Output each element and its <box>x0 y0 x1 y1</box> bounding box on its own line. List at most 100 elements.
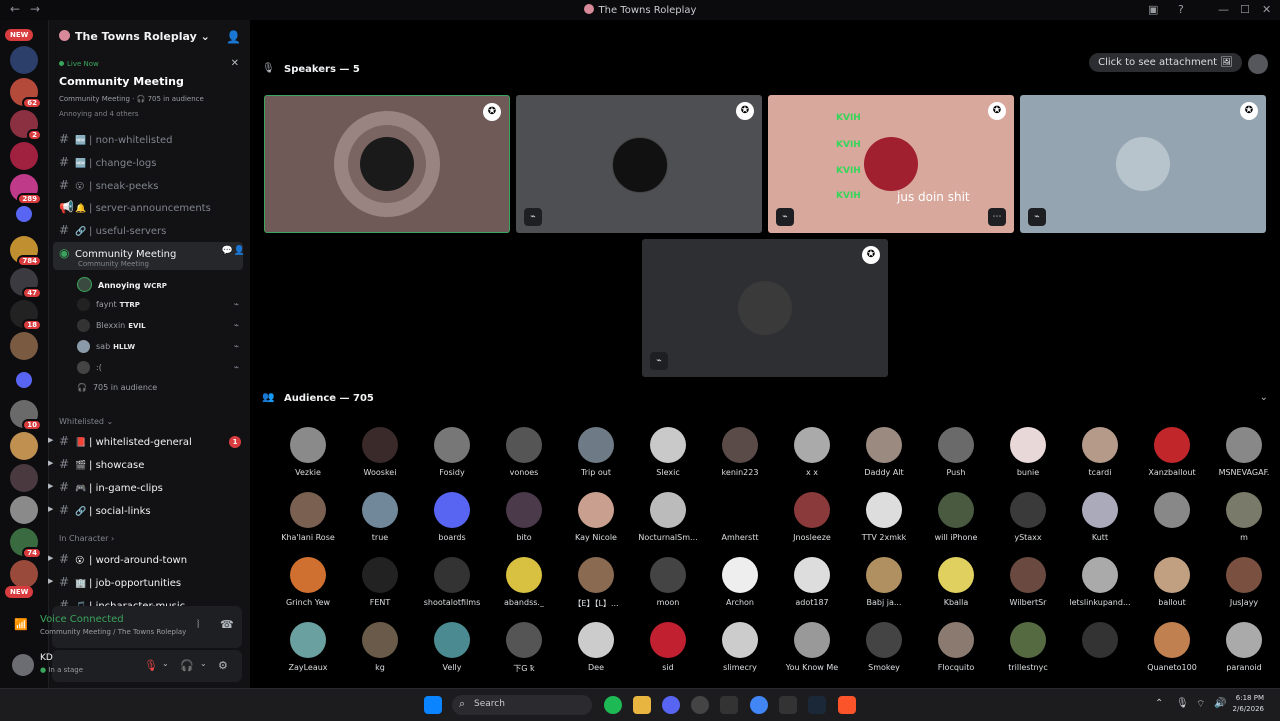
discord-icon[interactable] <box>662 696 680 714</box>
speaker-tile[interactable]: ✪ ⌁ <box>1020 95 1266 233</box>
audience-member[interactable]: moon <box>632 557 704 622</box>
audience-member[interactable]: bunie <box>992 427 1064 492</box>
audience-member[interactable]: ballout <box>1136 557 1208 622</box>
stage-channel[interactable]: ◉ Community Meeting <box>59 246 176 260</box>
audience-member[interactable]: 下G ꝁ <box>488 622 560 687</box>
server-icon[interactable]: 784 <box>10 236 42 267</box>
chevron-down-icon[interactable]: ⌄ <box>1260 392 1268 403</box>
audience-member[interactable]: Kha'lani Rose <box>272 492 344 557</box>
audience-member[interactable]: boards <box>416 492 488 557</box>
audience-member[interactable]: Fosidy <box>416 427 488 492</box>
settings-gear-icon[interactable]: ⚙ <box>218 659 228 672</box>
channel-server-announcements[interactable]: 📢🔔 | server-announcements <box>59 200 211 214</box>
taskbar-search[interactable]: ⌕ Search <box>452 695 592 715</box>
speaker-tile[interactable]: ✪ <box>264 95 510 233</box>
server-icon[interactable] <box>10 560 38 588</box>
chevron-down-icon[interactable]: ⌄ <box>162 659 169 668</box>
user-name[interactable]: KD <box>40 653 53 663</box>
speaker-tile[interactable]: ✪ ⌁ <box>642 239 888 377</box>
invite-icon[interactable]: 👤 <box>226 30 241 44</box>
expand-arrow-icon[interactable]: ▶ <box>48 577 53 585</box>
audience-member[interactable]: FENT <box>344 557 416 622</box>
server-header[interactable]: The Towns Roleplay ⌄ <box>59 30 210 43</box>
chrome-icon[interactable] <box>750 696 768 714</box>
audience-member[interactable]: TTV 2xmkk <box>848 492 920 557</box>
app-icon[interactable] <box>691 696 709 714</box>
microphone-icon[interactable]: 🎙 <box>1176 698 1189 709</box>
audience-member[interactable]: Archon <box>704 557 776 622</box>
expand-arrow-icon[interactable]: ▶ <box>48 482 53 490</box>
audience-member[interactable]: letslinkupand... <box>1064 557 1136 622</box>
audience-member[interactable]: yStaxx <box>992 492 1064 557</box>
server-icon[interactable] <box>10 332 38 360</box>
app-icon[interactable] <box>779 696 797 714</box>
volume-icon[interactable]: 🔊 <box>1214 698 1226 709</box>
tray-chevron-up-icon[interactable]: ⌃ <box>1155 698 1163 709</box>
audience-member[interactable]: paranoid <box>1208 622 1280 687</box>
audience-member[interactable]: WilbertSr <box>992 557 1064 622</box>
stage-member[interactable]: faynt TTRP <box>77 298 140 311</box>
audience-member[interactable]: Trip out <box>560 427 632 492</box>
expand-arrow-icon[interactable]: ▶ <box>48 505 53 513</box>
file-explorer-icon[interactable] <box>633 696 651 714</box>
brave-icon[interactable] <box>838 696 856 714</box>
audience-member[interactable]: Babj ja... <box>848 557 920 622</box>
server-icon[interactable] <box>10 142 38 170</box>
server-icon[interactable] <box>10 432 38 460</box>
audience-member[interactable]: Jnosleeze <box>776 492 848 557</box>
audience-member[interactable]: true <box>344 492 416 557</box>
audience-member[interactable]: kg <box>344 622 416 687</box>
channel-word-around-town[interactable]: # 😮 | word-around-town <box>59 552 187 566</box>
audience-member[interactable]: tcardi <box>1064 427 1136 492</box>
expand-arrow-icon[interactable]: ▶ <box>48 436 53 444</box>
audience-member[interactable]: vonoes <box>488 427 560 492</box>
stage-member[interactable]: sab HLLW <box>77 340 135 353</box>
channel-job-opportunities[interactable]: # 🏢 | job-opportunities <box>59 575 181 589</box>
chevron-down-icon[interactable]: ⌄ <box>200 659 207 668</box>
audience-member[interactable]: Push <box>920 427 992 492</box>
signal-icon[interactable]: 📶 <box>14 618 28 631</box>
speaker-tile[interactable]: ✪ ⌁ <box>516 95 762 233</box>
audience-member[interactable]: abandss._ <box>488 557 560 622</box>
disconnect-icon[interactable]: ☎ <box>220 618 234 631</box>
avatar[interactable] <box>1248 54 1268 74</box>
audience-count[interactable]: 🎧 705 in audience <box>77 383 157 392</box>
folder-icon[interactable] <box>16 206 32 222</box>
audience-member[interactable]: JusJayy <box>1208 557 1280 622</box>
audience-member[interactable]: Kay Nicole <box>560 492 632 557</box>
channel-non-whitelisted[interactable]: # 🆕 | non-whitelisted <box>59 132 173 146</box>
audience-member[interactable]: 【E】【L】... <box>560 557 632 622</box>
speaker-tile[interactable]: KVIH KVIH KVIH KVIH jus doin shit ✪ ⌁ ⋯ <box>768 95 1014 233</box>
taskbar-clock[interactable]: 6:18 PM 2/6/2026 <box>1233 693 1264 715</box>
steam-icon[interactable] <box>808 696 826 714</box>
headphones-icon[interactable]: 🎧 <box>180 659 194 672</box>
audience-member[interactable]: kenin223 <box>704 427 776 492</box>
audience-member[interactable]: MSNEVAGAF. <box>1208 427 1280 492</box>
channel-incharacter-music[interactable]: #🎵| incharacter-music <box>59 598 185 606</box>
audience-member[interactable]: Vezkie <box>272 427 344 492</box>
channel-showcase[interactable]: # 🎬 | showcase <box>59 457 144 471</box>
server-icon[interactable] <box>10 464 38 492</box>
audience-member[interactable]: Daddy Alt <box>848 427 920 492</box>
audience-member[interactable]: You Know Me <box>776 622 848 687</box>
close-icon[interactable]: ✕ <box>231 58 239 69</box>
more-options-icon[interactable]: ⋯ <box>988 208 1006 226</box>
server-icon[interactable]: 10 <box>10 400 42 431</box>
audience-member[interactable]: Kutt <box>1064 492 1136 557</box>
folder-icon[interactable] <box>16 372 32 388</box>
audience-member[interactable]: NocturnalSm... <box>632 492 704 557</box>
server-icon[interactable]: 289 <box>10 174 42 205</box>
audience-member[interactable]: Xanzballout <box>1136 427 1208 492</box>
audience-member[interactable]: Smokey <box>848 622 920 687</box>
server-icon[interactable]: 2 <box>10 110 42 141</box>
audience-member[interactable]: adot187 <box>776 557 848 622</box>
audience-member[interactable]: m <box>1208 492 1280 557</box>
channel-whitelisted-general[interactable]: # 📕 | whitelisted-general <box>59 434 192 448</box>
audience-member[interactable]: Amherstt <box>704 492 776 557</box>
epic-games-icon[interactable] <box>720 696 738 714</box>
audience-member[interactable]: ZayLeaux <box>272 622 344 687</box>
audience-member[interactable]: Slexic <box>632 427 704 492</box>
audience-member[interactable]: Grinch Yew <box>272 557 344 622</box>
audience-member[interactable]: sid <box>632 622 704 687</box>
chat-icon[interactable]: 💬 <box>222 246 233 256</box>
